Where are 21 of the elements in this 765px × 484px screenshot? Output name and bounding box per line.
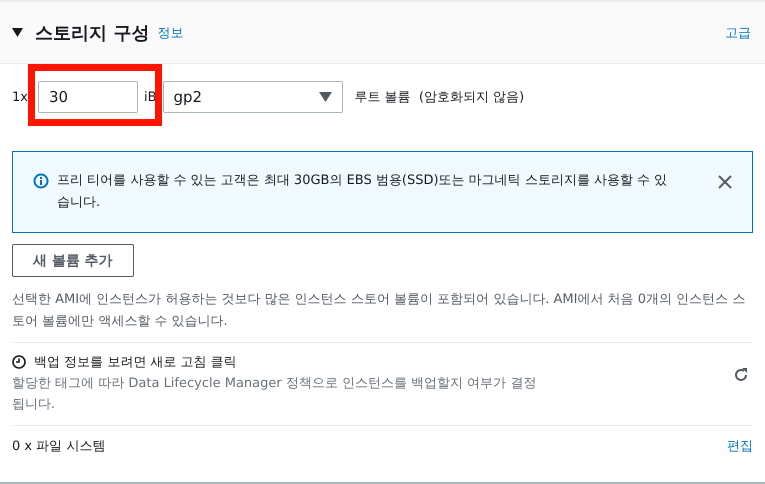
refresh-icon[interactable]	[733, 367, 749, 383]
volume-type-dropdown[interactable]: gp2	[162, 81, 342, 113]
caret-icon[interactable]	[12, 28, 23, 37]
info-link[interactable]: 정보	[157, 24, 184, 42]
instance-store-note: 선택한 AMI에 인스턴스가 허용하는 것보다 많은 인스턴스 스토어 볼륨이 포함되어 있습니다. AMI에서 처음 0개의 인스턴스 스토어 볼륨에만 액세스할 수 있습니다.	[12, 291, 746, 331]
section-title: 스토리지 구성	[35, 22, 150, 44]
edit-link[interactable]: 편집	[727, 437, 753, 455]
close-icon[interactable]	[718, 175, 732, 189]
caret-down-icon	[318, 92, 332, 102]
advanced-link[interactable]: 고급	[725, 24, 751, 42]
file-systems-label: 0 x 파일 시스템	[12, 438, 106, 455]
count-label: 1x	[12, 90, 28, 104]
clock-icon	[12, 355, 26, 369]
size-field[interactable]: 30	[38, 81, 138, 113]
alert-text: 프리 티어를 사용할 수 있는 고객은 최대 30GB의 EBS 범용(SSD)또는 마그네틱 스토리지를 사용할 수 있습니다.	[57, 172, 668, 212]
backup-description: 할당한 태그에 따라 Data Lifecycle Manager 정책으로 인스턴스를 백업할지 여부가 결정 됩니다.	[12, 375, 538, 414]
info-icon	[33, 173, 49, 189]
unit-label: iB	[144, 90, 156, 104]
add-volume-button[interactable]: 새 볼륨 추가	[12, 244, 134, 277]
volume-description: 루트 볼륨 (암호화되지 않음)	[354, 89, 524, 106]
backup-title: 백업 정보를 보려면 새로 고침 클릭	[34, 354, 237, 371]
